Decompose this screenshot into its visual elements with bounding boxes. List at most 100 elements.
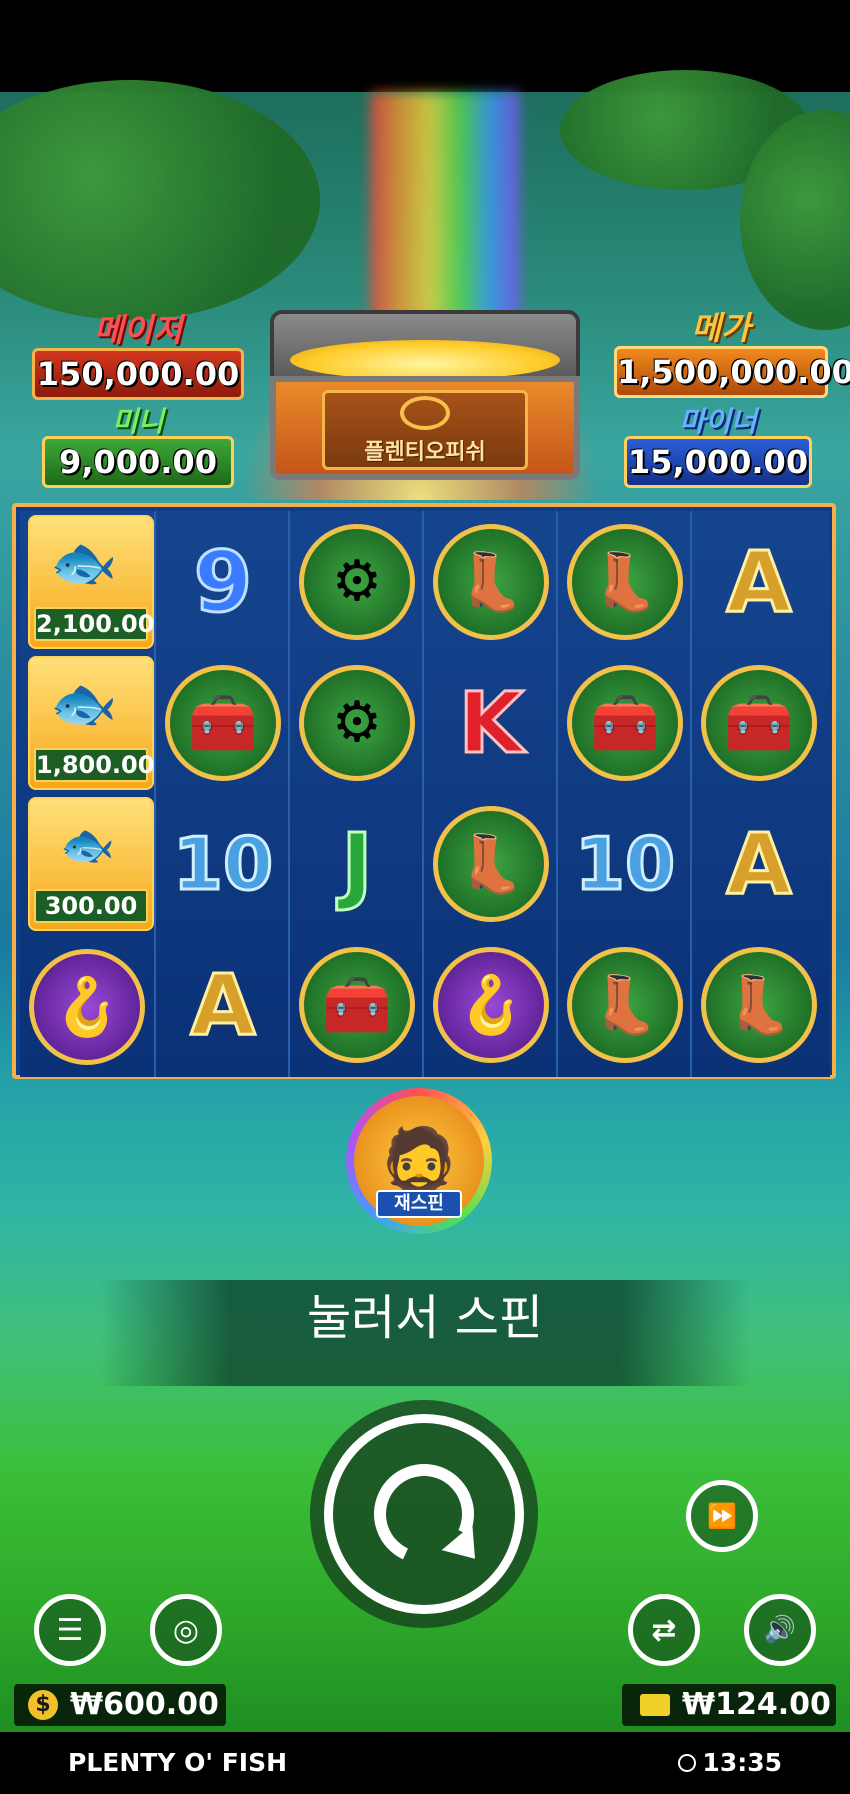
press-to-spin-text: 눌러서 스핀 (306, 1290, 544, 1346)
bet-display: $ ₩600.00 (14, 1684, 226, 1726)
balance-display: ₩124.00 (622, 1684, 836, 1726)
fish-card-2: 🐟 1,800.00 (28, 656, 154, 790)
treasure-chest: 플렌티오피쉬 (270, 310, 580, 480)
jackpot-mini-value: 9,000.00 (42, 436, 234, 488)
tackle-box-icon: 🧰 (701, 664, 817, 781)
boot-icon: 👢 (433, 805, 549, 922)
reel-cell: 👢 (692, 934, 826, 1075)
symbol-king: K (457, 673, 525, 772)
boot-icon: 👢 (567, 946, 683, 1063)
menu-button[interactable]: ☰ (34, 1594, 106, 1666)
tackle-box-icon: 🧰 (165, 664, 281, 781)
wallet-icon (640, 1694, 670, 1716)
clock: 13:35 (678, 1748, 782, 1777)
reel-column-5: 👢 🧰 10 👢 (556, 511, 692, 1077)
turbo-button[interactable]: ⏩ (686, 1480, 758, 1552)
celtic-knot-icon (400, 396, 450, 430)
reel-column-3: ⚙ ⚙ J 🧰 (288, 511, 424, 1077)
jackpot-mini: 미니 9,000.00 (42, 408, 234, 488)
reel-column-4: 👢 K 👢 🪝 (422, 511, 558, 1077)
symbol-nine: 9 (192, 532, 253, 631)
symbol-jack: J (340, 814, 374, 913)
jackpot-major-title: 메이저 (93, 311, 183, 349)
autoplay-button[interactable]: ⇄ (628, 1594, 700, 1666)
reel-cell: 9 (156, 511, 290, 652)
bet-amount: ₩600.00 (70, 1687, 219, 1722)
boot-icon: 👢 (701, 946, 817, 1063)
clock-time: 13:35 (702, 1748, 782, 1777)
reel-cell: A (692, 793, 826, 934)
reel-cell: 👢 (558, 511, 692, 652)
reel-cell: 10 (156, 793, 290, 934)
tackle-box-icon: 🧰 (299, 946, 415, 1063)
fishing-reel-icon: ⚙ (299, 664, 415, 781)
coins-icon: ◎ (172, 1612, 200, 1648)
reel-cell: 🧰 (692, 652, 826, 793)
fish-value: 2,100.00 (34, 607, 154, 641)
reel-cell: 👢 (424, 511, 558, 652)
footer-bar: PLENTY O' FISH 13:35 (0, 1732, 850, 1794)
fish-icon: 🐟 (60, 820, 115, 871)
symbol-ten: 10 (573, 821, 676, 906)
fish-value: 1,800.00 (34, 748, 154, 782)
reel-column-1: 🐟 2,100.00 🐟 1,800.00 🐟 300.00 🪝 (20, 511, 154, 1077)
sound-button[interactable]: 🔊 (744, 1594, 816, 1666)
boot-icon: 👢 (433, 523, 549, 640)
fish-icon: 🐟 (50, 672, 118, 735)
clock-icon (678, 1753, 697, 1772)
autoplay-icon: ⇄ (651, 1612, 677, 1648)
bet-button[interactable]: ◎ (150, 1594, 222, 1666)
reel-cell: J (290, 793, 424, 934)
jackpot-major: 메이저 150,000.00 (32, 312, 244, 400)
gold-coins (290, 340, 560, 380)
jackpot-minor-value: 15,000.00 (624, 436, 812, 488)
game-title: PLENTY O' FISH (68, 1748, 288, 1777)
menu-icon: ☰ (56, 1612, 84, 1648)
reel-cell: K (424, 652, 558, 793)
fast-forward-icon: ⏩ (707, 1502, 737, 1530)
jackpot-mini-title: 미니 (112, 405, 164, 438)
tackle-box-icon: 🧰 (567, 664, 683, 781)
respin-button[interactable]: 🧔 재스핀 (346, 1088, 492, 1234)
fishing-lure-icon: 🪝 (29, 948, 145, 1065)
jackpot-grand-value: 1,500,000.00 (614, 346, 850, 398)
jackpot-major-value: 150,000.00 (32, 348, 244, 400)
reel-cell: 🧰 (558, 652, 692, 793)
reel-cell: ⚙ (290, 511, 424, 652)
fish-card-1: 🐟 2,100.00 (28, 515, 154, 649)
reel-column-6: A 🧰 A 👢 (690, 511, 830, 1077)
reel-cell: A (156, 934, 290, 1075)
symbol-ace: A (725, 814, 793, 913)
jackpot-minor: 마이너 15,000.00 (624, 408, 812, 488)
reel-cell: 🪝 (424, 934, 558, 1075)
jackpot-grand: 메가 1,500,000.00 (614, 309, 850, 398)
jackpot-minor-title: 마이너 (679, 405, 757, 438)
reel-cell: ⚙ (290, 652, 424, 793)
reel-cell: 10 (558, 793, 692, 934)
reel-cell: A (692, 511, 826, 652)
symbol-ten: 10 (171, 821, 274, 906)
reel-cell: 🧰 (290, 934, 424, 1075)
speaker-icon: 🔊 (763, 1615, 797, 1645)
fishing-lure-icon: 🪝 (433, 946, 549, 1063)
reel-grid: 🐟 2,100.00 🐟 1,800.00 🐟 300.00 🪝 9 🧰 10 … (12, 503, 836, 1079)
reel-cell: 🪝 (20, 936, 154, 1077)
spin-button[interactable] (310, 1400, 538, 1628)
jackpot-grand-title: 메가 (691, 309, 751, 347)
fish-icon: 🐟 (50, 531, 118, 594)
respin-label: 재스핀 (376, 1190, 462, 1218)
balance-amount: ₩124.00 (682, 1687, 831, 1722)
symbol-ace: A (189, 955, 257, 1054)
game-screen: 플렌티오피쉬 메이저 150,000.00 메가 1,500,000.00 미니… (0, 0, 850, 1794)
reel-cell: 🧰 (156, 652, 290, 793)
boot-icon: 👢 (567, 523, 683, 640)
coin-icon: $ (28, 1690, 58, 1720)
reel-column-2: 9 🧰 10 A (154, 511, 290, 1077)
reel-cell: 👢 (558, 934, 692, 1075)
fish-card-3: 🐟 300.00 (28, 797, 154, 931)
symbol-ace: A (725, 532, 793, 631)
fishing-reel-icon: ⚙ (299, 523, 415, 640)
reel-cell: 👢 (424, 793, 558, 934)
fish-value: 300.00 (34, 889, 148, 923)
chest-label: 플렌티오피쉬 (364, 440, 486, 465)
